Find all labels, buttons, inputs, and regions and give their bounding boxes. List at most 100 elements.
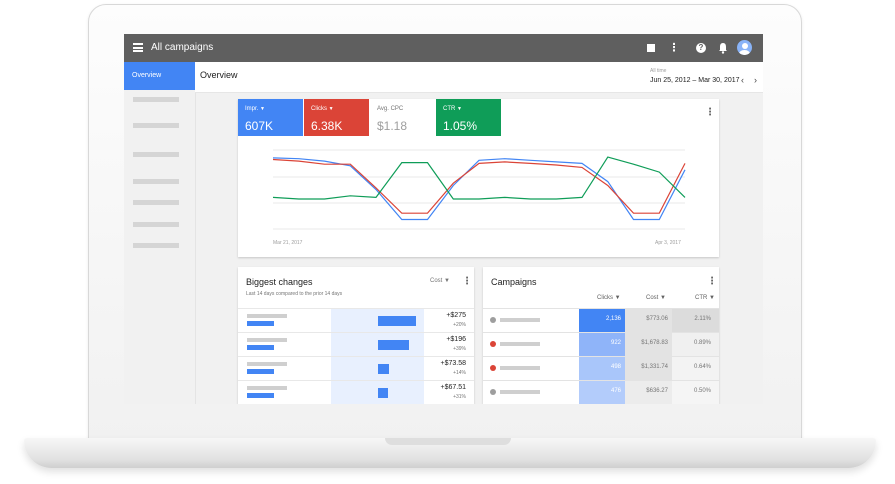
list-item[interactable]: +$275 +20% xyxy=(238,308,474,332)
more-vert-icon[interactable]: ⋮ xyxy=(462,276,472,287)
change-percent: +31% xyxy=(453,394,466,400)
status-dot-icon xyxy=(490,341,496,347)
x-axis-start-label: Mar 21, 2017 xyxy=(273,240,303,246)
ctr-cell: 0.50% xyxy=(693,388,711,394)
table-row[interactable]: 498 $1,331.74 0.64% xyxy=(483,356,719,380)
dropdown-icon: ▼ xyxy=(457,106,462,112)
change-percent: +20% xyxy=(453,322,466,328)
sidebar-item[interactable] xyxy=(133,152,179,157)
cost-filter-dropdown[interactable]: Cost ▼ xyxy=(430,278,450,284)
change-percent: +14% xyxy=(453,370,466,376)
clicks-cell: 922 xyxy=(610,340,621,346)
item-indicator-bar xyxy=(247,369,274,374)
card-title: Campaigns xyxy=(491,277,537,287)
list-item[interactable]: +$67.51 +31% xyxy=(238,380,474,404)
line-chart xyxy=(272,149,686,230)
account-avatar[interactable] xyxy=(737,40,752,55)
ctr-cell: 2.11% xyxy=(694,316,711,322)
menu-icon[interactable] xyxy=(133,43,143,52)
table-row[interactable]: 2,136 $773.06 2.11% xyxy=(483,308,719,332)
sidebar: Overview xyxy=(124,62,196,404)
metric-clicks[interactable]: Clicks ▼ 6.38K xyxy=(304,99,369,136)
notifications-icon[interactable] xyxy=(716,41,730,55)
item-name-placeholder xyxy=(247,338,287,342)
cost-cell: $1,678.83 xyxy=(641,340,668,346)
series-line-impr xyxy=(272,157,686,221)
chevron-right-icon[interactable]: › xyxy=(754,75,757,85)
sidebar-item[interactable] xyxy=(133,123,179,128)
status-dot-icon xyxy=(490,389,496,395)
x-axis-end-label: Apr 3, 2017 xyxy=(655,240,681,246)
status-dot-icon xyxy=(490,317,496,323)
dropdown-icon: ▼ xyxy=(260,106,265,112)
list-item[interactable]: +$73.58 +14% xyxy=(238,356,474,380)
change-bar xyxy=(378,364,389,374)
status-dot-icon xyxy=(490,365,496,371)
campaign-name-placeholder xyxy=(500,366,540,370)
card-title: Biggest changes xyxy=(246,277,313,287)
change-amount: +$275 xyxy=(446,312,466,319)
laptop-notch xyxy=(385,438,511,445)
item-name-placeholder xyxy=(247,314,287,318)
campaign-name-placeholder xyxy=(500,342,540,346)
item-name-placeholder xyxy=(247,386,287,390)
campaigns-card: Campaigns ⋮ Clicks ▼ Cost ▼ CTR ▼ 2,136 $… xyxy=(483,267,719,404)
cost-cell: $1,331.74 xyxy=(641,364,668,370)
help-icon[interactable]: ? xyxy=(694,41,708,55)
overview-header: Overview All time Jun 25, 2012 – Mar 30,… xyxy=(195,62,763,93)
metric-value: $1.18 xyxy=(377,119,408,133)
metric-value: 1.05% xyxy=(443,119,478,133)
date-range-label: All time xyxy=(650,68,667,74)
overview-title: Overview xyxy=(200,70,238,80)
dropdown-icon: ▼ xyxy=(444,278,450,284)
table-row[interactable]: 476 $636.27 0.50% xyxy=(483,380,719,404)
sidebar-item-overview[interactable]: Overview xyxy=(124,62,195,90)
change-amount: +$73.58 xyxy=(440,360,467,367)
sidebar-item[interactable] xyxy=(133,200,179,205)
metric-avg-cpc[interactable]: Avg. CPC $1.18 xyxy=(370,99,435,136)
clicks-cell: 498 xyxy=(610,364,621,370)
sidebar-item[interactable] xyxy=(133,179,179,184)
ctr-cell: 0.64% xyxy=(693,364,711,370)
metric-impressions[interactable]: Impr. ▼ 607K xyxy=(238,99,303,136)
item-indicator-bar xyxy=(247,321,274,326)
campaign-name-placeholder xyxy=(500,390,540,394)
clicks-cell: 476 xyxy=(610,388,621,394)
sidebar-item[interactable] xyxy=(133,243,179,248)
dropdown-icon: ▼ xyxy=(328,106,334,112)
page-title: All campaigns xyxy=(151,42,214,53)
biggest-changes-card: Biggest changes Last 14 days compared to… xyxy=(238,267,474,404)
item-indicator-bar xyxy=(247,393,274,398)
top-app-bar: All campaigns ⋮ ? xyxy=(124,34,763,62)
column-header-cost[interactable]: Cost ▼ xyxy=(646,295,666,301)
sidebar-item[interactable] xyxy=(133,222,179,227)
cost-cell: $773.06 xyxy=(646,316,668,322)
cost-cell: $636.27 xyxy=(646,388,668,394)
column-header-ctr[interactable]: CTR ▼ xyxy=(695,295,715,301)
change-bar xyxy=(378,316,416,326)
report-icon[interactable] xyxy=(644,41,658,55)
card-subtitle: Last 14 days compared to the prior 14 da… xyxy=(246,291,343,297)
change-percent: +39% xyxy=(453,346,466,352)
metric-ctr[interactable]: CTR ▼ 1.05% xyxy=(436,99,501,136)
more-vert-icon[interactable]: ⋮ xyxy=(667,41,681,55)
campaign-name-placeholder xyxy=(500,318,540,322)
more-vert-icon[interactable]: ⋮ xyxy=(707,276,717,287)
more-vert-icon[interactable]: ⋮ xyxy=(705,107,715,118)
item-name-placeholder xyxy=(247,362,287,366)
ctr-cell: 0.89% xyxy=(693,340,711,346)
change-amount: +$67.51 xyxy=(440,384,467,391)
item-indicator-bar xyxy=(247,345,274,350)
column-header-clicks[interactable]: Clicks ▼ xyxy=(597,295,621,301)
sidebar-item[interactable] xyxy=(133,97,179,102)
table-row[interactable]: 922 $1,678.83 0.89% xyxy=(483,332,719,356)
list-item[interactable]: +$196 +39% xyxy=(238,332,474,356)
clicks-cell: 2,136 xyxy=(605,316,621,322)
date-range-picker[interactable]: Jun 25, 2012 – Mar 30, 2017 xyxy=(650,77,740,84)
chevron-left-icon[interactable]: ‹ xyxy=(741,75,744,85)
change-bar xyxy=(378,340,409,350)
performance-chart-card: Impr. ▼ 607K Clicks ▼ 6.38K Avg. CPC $1.… xyxy=(238,99,719,257)
metric-value: 607K xyxy=(245,119,274,133)
metric-value: 6.38K xyxy=(311,119,343,133)
app-screen: All campaigns ⋮ ? Overview Overview All … xyxy=(124,34,763,404)
